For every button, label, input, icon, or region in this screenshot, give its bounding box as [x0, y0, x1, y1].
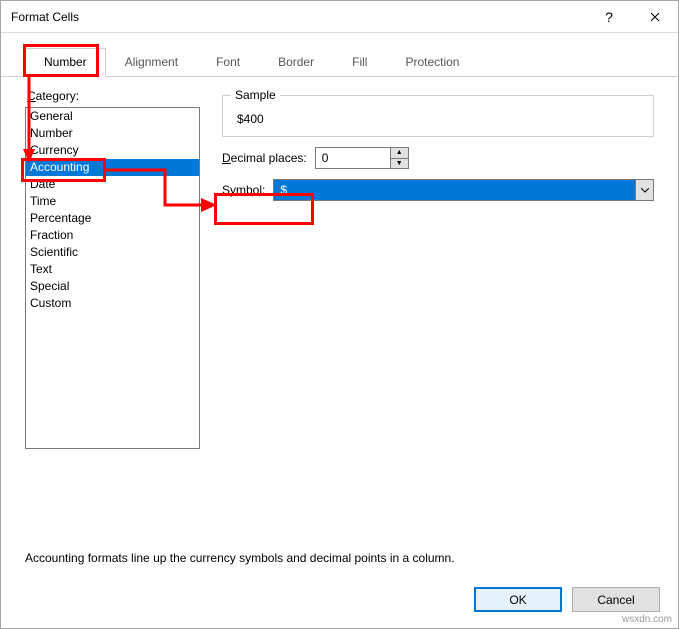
category-item-percentage[interactable]: Percentage: [26, 210, 199, 227]
sample-box: Sample $400: [222, 95, 654, 137]
help-button[interactable]: ?: [586, 1, 632, 33]
symbol-label: Symbol:: [222, 183, 265, 197]
cancel-button[interactable]: Cancel: [572, 587, 660, 612]
tab-font[interactable]: Font: [197, 48, 259, 77]
close-button[interactable]: [632, 1, 678, 33]
format-description: Accounting formats line up the currency …: [25, 551, 654, 565]
chevron-down-icon: [641, 188, 649, 193]
category-item-accounting[interactable]: Accounting: [26, 159, 199, 176]
tab-alignment[interactable]: Alignment: [106, 48, 197, 77]
category-item-special[interactable]: Special: [26, 278, 199, 295]
window-title: Format Cells: [11, 10, 586, 24]
tab-strip: Number Alignment Font Border Fill Protec…: [1, 33, 678, 77]
sample-legend: Sample: [231, 88, 280, 102]
decimal-places-row: Decimal places: ▲ ▼: [222, 147, 654, 169]
dialog-footer: OK Cancel: [1, 575, 678, 628]
decimal-places-spinner[interactable]: ▲ ▼: [315, 147, 409, 169]
category-item-general[interactable]: General: [26, 108, 199, 125]
category-item-currency[interactable]: Currency: [26, 142, 199, 159]
symbol-value: $: [274, 180, 635, 200]
category-item-custom[interactable]: Custom: [26, 295, 199, 312]
category-item-time[interactable]: Time: [26, 193, 199, 210]
tab-protection[interactable]: Protection: [386, 48, 478, 77]
category-listbox[interactable]: GeneralNumberCurrencyAccountingDateTimeP…: [25, 107, 200, 449]
close-icon: [650, 12, 660, 22]
category-column: Category: GeneralNumberCurrencyAccountin…: [25, 89, 200, 525]
decimal-places-input[interactable]: [316, 148, 390, 168]
category-item-number[interactable]: Number: [26, 125, 199, 142]
tab-number[interactable]: Number: [25, 48, 106, 77]
category-item-scientific[interactable]: Scientific: [26, 244, 199, 261]
settings-column: Sample $400 Decimal places: ▲ ▼ Symbol:: [222, 89, 654, 525]
content-area: Category: GeneralNumberCurrencyAccountin…: [1, 77, 678, 575]
symbol-dropdown-button[interactable]: [635, 180, 653, 200]
decimal-places-label: Decimal places:: [222, 151, 307, 165]
titlebar: Format Cells ?: [1, 1, 678, 33]
spinner-down[interactable]: ▼: [391, 159, 408, 169]
category-item-fraction[interactable]: Fraction: [26, 227, 199, 244]
sample-value: $400: [237, 112, 264, 126]
symbol-row: Symbol: $: [222, 179, 654, 201]
format-cells-dialog: Format Cells ? Number Alignment Font Bor…: [0, 0, 679, 629]
symbol-combobox[interactable]: $: [273, 179, 654, 201]
spinner-buttons: ▲ ▼: [390, 148, 408, 168]
category-item-text[interactable]: Text: [26, 261, 199, 278]
tab-fill[interactable]: Fill: [333, 48, 386, 77]
spinner-up[interactable]: ▲: [391, 148, 408, 159]
top-row: Category: GeneralNumberCurrencyAccountin…: [25, 89, 654, 525]
category-item-date[interactable]: Date: [26, 176, 199, 193]
ok-button[interactable]: OK: [474, 587, 562, 612]
watermark: wsxdn.com: [622, 614, 672, 625]
tab-border[interactable]: Border: [259, 48, 333, 77]
category-label: Category:: [25, 89, 200, 103]
